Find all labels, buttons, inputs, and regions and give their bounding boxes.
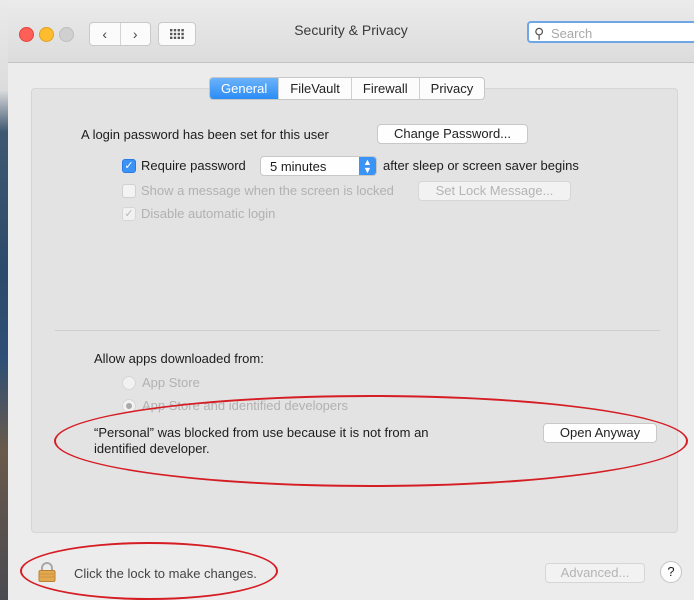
disable-auto-login-checkbox[interactable]: ✓ bbox=[122, 207, 136, 221]
title-bar: ‹ › Security & Privacy ⚲ bbox=[8, 0, 694, 63]
set-lock-message-button[interactable]: Set Lock Message... bbox=[418, 181, 571, 201]
section-divider bbox=[55, 330, 660, 331]
tab-general[interactable]: General bbox=[210, 78, 279, 99]
disable-auto-login-label: Disable automatic login bbox=[141, 206, 276, 221]
lock-status-text[interactable]: Click the lock to make changes. bbox=[74, 566, 257, 581]
login-password-text: A login password has been set for this u… bbox=[81, 127, 329, 142]
stepper-arrows-icon: ▲ ▼ bbox=[359, 157, 376, 175]
blocked-message-line-1: “Personal” was blocked from use because … bbox=[94, 425, 429, 440]
help-button[interactable]: ? bbox=[660, 561, 682, 583]
checkmark-icon: ✓ bbox=[124, 160, 134, 172]
lock-icon[interactable] bbox=[38, 562, 56, 582]
app-store-label: App Store bbox=[142, 375, 200, 390]
tab-firewall[interactable]: Firewall bbox=[350, 78, 419, 99]
search-field[interactable]: ⚲ bbox=[527, 21, 694, 43]
app-store-identified-label: App Store and identified developers bbox=[142, 398, 348, 413]
checkmark-icon: ✓ bbox=[124, 208, 134, 220]
require-password-suffix: after sleep or screen saver begins bbox=[383, 158, 579, 173]
search-icon: ⚲ bbox=[534, 25, 545, 41]
advanced-button[interactable]: Advanced... bbox=[545, 563, 645, 583]
tab-filevault[interactable]: FileVault bbox=[278, 78, 351, 99]
search-input[interactable] bbox=[549, 24, 693, 42]
require-password-label: Require password bbox=[141, 158, 246, 173]
desktop-background bbox=[0, 0, 8, 600]
require-password-delay-popup[interactable]: 5 minutes ▲ ▼ bbox=[260, 156, 377, 176]
settings-panel bbox=[31, 88, 678, 533]
tab-bar: General FileVault Firewall Privacy bbox=[209, 77, 486, 100]
allow-apps-heading: Allow apps downloaded from: bbox=[94, 351, 264, 366]
tab-privacy[interactable]: Privacy bbox=[418, 78, 485, 99]
change-password-button[interactable]: Change Password... bbox=[377, 124, 528, 144]
show-message-label: Show a message when the screen is locked bbox=[141, 183, 394, 198]
open-anyway-button[interactable]: Open Anyway bbox=[543, 423, 657, 443]
radio-app-store-and-identified[interactable] bbox=[122, 399, 136, 413]
require-password-delay-value: 5 minutes bbox=[270, 159, 327, 174]
blocked-message-line-2: identified developer. bbox=[94, 441, 210, 456]
show-message-checkbox[interactable] bbox=[122, 184, 136, 198]
preferences-window: ‹ › Security & Privacy ⚲ General FileVau… bbox=[8, 0, 694, 600]
require-password-checkbox[interactable]: ✓ bbox=[122, 159, 136, 173]
radio-app-store[interactable] bbox=[122, 376, 136, 390]
